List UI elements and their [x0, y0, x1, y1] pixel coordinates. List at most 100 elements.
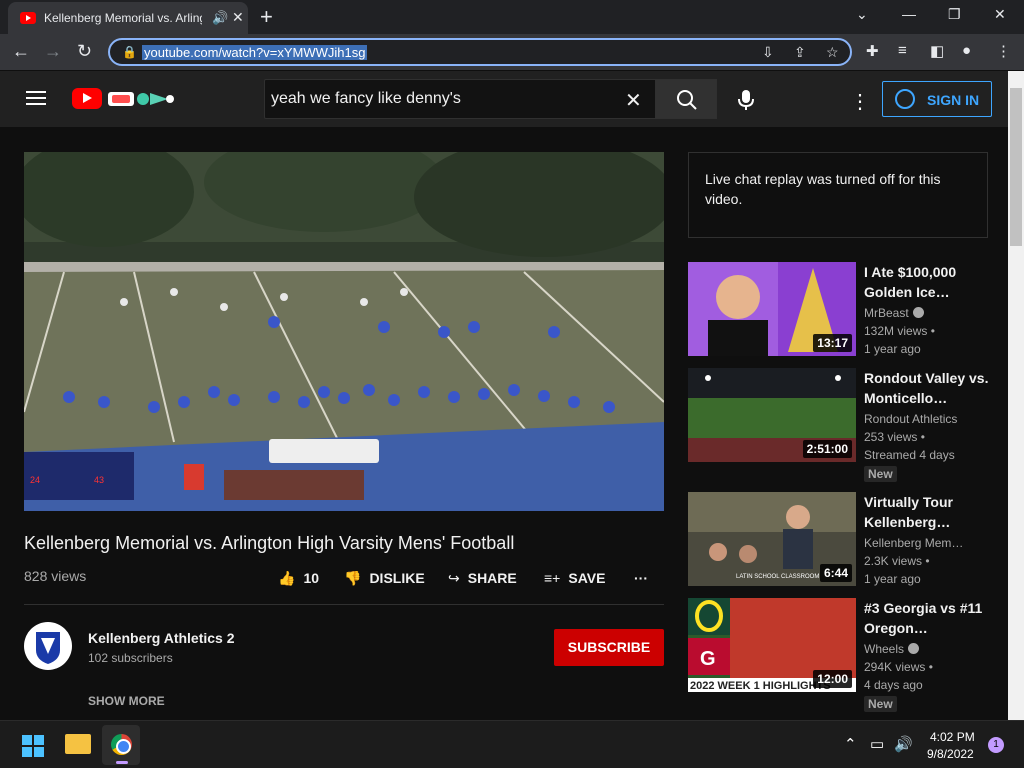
recommended-channel[interactable]: Rondout Athletics [864, 412, 992, 426]
notification-badge[interactable]: 1 [988, 737, 1004, 753]
restore-button[interactable]: ❐ [948, 6, 961, 23]
duration-badge: 13:17 [813, 334, 852, 352]
like-count: 10 [303, 570, 320, 586]
divider [24, 604, 664, 605]
video-player[interactable]: 24 43 [24, 152, 664, 511]
video-thumbnail[interactable]: 2:51:00 [688, 368, 856, 462]
youtube-favicon-icon [20, 12, 36, 24]
install-app-icon[interactable]: ⇩ [762, 44, 774, 61]
youtube-header: ✕ ⋮ SIGN IN [0, 71, 1008, 127]
minimize-button[interactable]: — [902, 6, 916, 22]
dislike-label: DISLIKE [369, 570, 425, 586]
reload-button[interactable]: ↻ [77, 41, 92, 62]
thumbs-down-icon: 👎 [344, 570, 362, 586]
hamburger-menu-icon[interactable] [26, 91, 46, 105]
thumbs-up-icon: 👍 [278, 570, 296, 586]
recommended-title[interactable]: Virtually Tour Kellenberg… [864, 492, 992, 532]
back-button[interactable]: ← [12, 41, 30, 62]
extensions-icon[interactable]: ✚ [866, 42, 879, 60]
show-hidden-icons-icon[interactable]: ⌃ [844, 735, 857, 753]
side-panel-icon[interactable]: ◧ [930, 42, 944, 60]
like-button[interactable]: 👍 10 [278, 570, 319, 587]
view-count: 828 views [24, 568, 87, 584]
channel-name[interactable]: Kellenberg Athletics 2 [88, 630, 235, 646]
clock-time[interactable]: 4:02 PM [930, 730, 975, 744]
microphone-icon[interactable] [736, 89, 756, 111]
youtube-doodle-logo[interactable] [106, 89, 176, 109]
sign-in-button[interactable]: SIGN IN [882, 81, 992, 117]
speaker-icon[interactable]: 🔊 [212, 10, 228, 26]
bookmark-star-icon[interactable]: ☆ [826, 44, 839, 61]
recommended-views: 2.3K views • [864, 554, 930, 568]
search-input[interactable] [271, 88, 611, 110]
dislike-button[interactable]: 👎 DISLIKE [344, 570, 425, 587]
video-frame: 24 43 [24, 152, 664, 511]
url-text[interactable]: youtube.com/watch?v=xYMWWJih1sg [142, 45, 368, 60]
account-icon [895, 89, 915, 109]
chrome-icon [111, 734, 132, 755]
close-tab-icon[interactable]: ✕ [232, 9, 244, 26]
recommended-date: Streamed 4 days [864, 448, 955, 462]
thumbnail-caption: LATIN SCHOOL CLASSROOM [736, 574, 819, 580]
share-button[interactable]: ↪ SHARE [448, 570, 517, 587]
windows-taskbar: ⌃ ▭ 🔊 4:02 PM 9/8/2022 1 [0, 720, 1024, 768]
recommended-title[interactable]: #3 Georgia vs #11 Oregon… [864, 598, 992, 638]
share-label: SHARE [467, 570, 517, 586]
recommended-channel[interactable]: Wheels [864, 642, 992, 656]
subscriber-count: 102 subscribers [88, 651, 173, 665]
save-button[interactable]: ≡+ SAVE [544, 570, 605, 586]
sign-in-label: SIGN IN [927, 92, 980, 108]
video-thumbnail[interactable]: LATIN SCHOOL CLASSROOM 6:44 [688, 492, 856, 586]
recommended-date: 1 year ago [864, 342, 921, 356]
lock-icon[interactable]: 🔒 [122, 45, 137, 59]
channel-label: Wheels [864, 642, 905, 656]
browser-tab[interactable]: Kellenberg Memorial vs. Arlington High V… [8, 2, 248, 34]
clock-date[interactable]: 9/8/2022 [927, 747, 974, 761]
recommended-title[interactable]: Rondout Valley vs. Monticello… [864, 368, 992, 408]
subscribe-button[interactable]: SUBSCRIBE [554, 629, 664, 666]
media-controls-icon[interactable]: ≡ [898, 42, 907, 59]
tab-search-icon[interactable]: ⌄ [856, 6, 868, 23]
show-more-button[interactable]: SHOW MORE [88, 694, 165, 708]
file-explorer-icon[interactable] [65, 734, 91, 754]
address-bar[interactable]: 🔒 youtube.com/watch?v=xYMWWJih1sg ⇩ ⇪ ☆ [108, 38, 852, 66]
new-tab-button[interactable]: + [260, 4, 273, 30]
save-label: SAVE [568, 570, 606, 586]
active-indicator [116, 761, 128, 764]
chrome-menu-icon[interactable]: ⋮ [996, 42, 1011, 60]
verified-check-icon [908, 643, 920, 654]
scoreboard-right-value: 43 [94, 475, 104, 485]
scrollbar-thumb[interactable] [1010, 88, 1022, 246]
channel-avatar[interactable] [24, 622, 72, 670]
duration-badge: 6:44 [819, 564, 852, 582]
search-icon [677, 90, 697, 110]
windows-start-icon[interactable] [22, 735, 44, 757]
page-scrollbar[interactable] [1008, 71, 1024, 720]
close-window-button[interactable]: ✕ [994, 6, 1006, 23]
chrome-taskbar-button[interactable] [102, 725, 140, 765]
share-arrow-icon: ↪ [448, 570, 460, 586]
recommended-title[interactable]: I Ate $100,000 Golden Ice… [864, 262, 992, 302]
volume-icon[interactable]: 🔊 [894, 735, 913, 753]
share-page-icon[interactable]: ⇪ [794, 44, 806, 61]
video-title: Kellenberg Memorial vs. Arlington High V… [24, 533, 515, 553]
live-chat-panel: Live chat replay was turned off for this… [688, 152, 988, 238]
search-button[interactable] [655, 79, 717, 119]
video-thumbnail[interactable]: G 2022 WEEK 1 HIGHLIGHTS 12:00 [688, 598, 856, 692]
youtube-logo-icon[interactable] [72, 88, 102, 109]
forward-button[interactable]: → [44, 41, 62, 62]
network-icon[interactable]: ▭ [870, 735, 884, 753]
svg-text:G: G [700, 648, 716, 670]
clear-search-icon[interactable]: ✕ [625, 88, 642, 113]
profile-icon[interactable]: ● [962, 42, 971, 59]
verified-check-icon [912, 307, 924, 318]
recommended-channel[interactable]: MrBeast [864, 306, 992, 320]
channel-crest-icon [36, 632, 60, 664]
recommended-channel[interactable]: Kellenberg Mem… [864, 536, 992, 550]
settings-more-icon[interactable]: ⋮ [850, 89, 870, 114]
recommended-views: 294K views • [864, 660, 933, 674]
recommended-date: 4 days ago [864, 678, 923, 692]
more-actions-button[interactable]: ··· [634, 570, 648, 586]
browser-tab-strip: Kellenberg Memorial vs. Arlington High V… [0, 0, 1024, 34]
video-thumbnail[interactable]: 13:17 [688, 262, 856, 356]
